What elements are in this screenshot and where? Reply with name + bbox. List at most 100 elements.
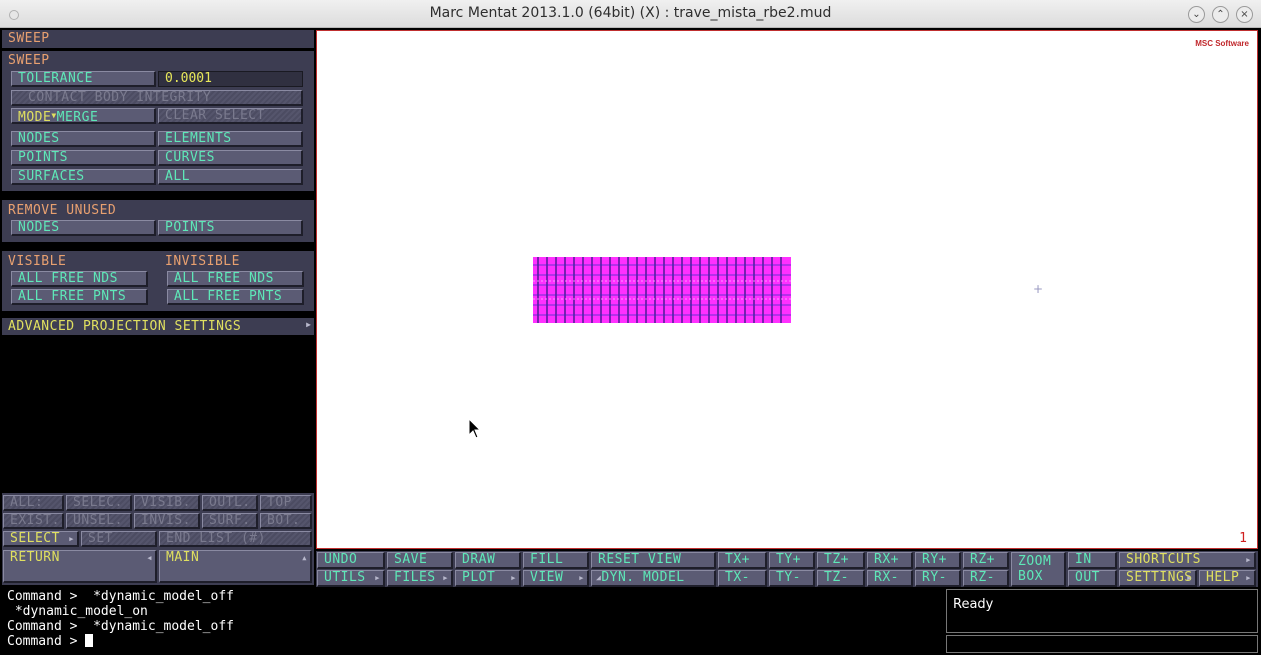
visibility-section: VISIBLE INVISIBLE ALL FREE NDS ALL FREE … [2, 251, 314, 311]
submenu-arrow-icon: ▶ [511, 574, 516, 582]
submenu-arrow-icon: ▶ [579, 574, 584, 582]
sweep-curves-button[interactable]: CURVES [158, 150, 303, 166]
sweep-surfaces-button[interactable]: SURFACES [11, 169, 156, 185]
select-surface-button[interactable]: SURF. [202, 513, 258, 529]
rx-plus-button[interactable]: RX+ [867, 552, 913, 569]
rz-plus-button[interactable]: RZ+ [963, 552, 1009, 569]
submenu-arrow-icon: ▶ [69, 535, 74, 543]
submenu-arrow-icon: ▶ [443, 574, 448, 582]
remove-unused-section: REMOVE UNUSED NODES POINTS [2, 200, 314, 242]
remove-unused-points-button[interactable]: POINTS [158, 220, 303, 236]
view-toolbar: UNDO UTILS ▶ SAVE FILES ▶ DRAW PLOT ▶ FILL … [316, 551, 1258, 587]
select-button[interactable]: SELECT ▶ [3, 531, 79, 547]
draw-button[interactable]: DRAW [455, 552, 521, 569]
tolerance-button[interactable]: TOLERANCE [11, 71, 156, 87]
view-button[interactable]: VIEW ▶ [523, 570, 589, 587]
end-list-button[interactable]: END LIST (#) [159, 531, 312, 547]
settings-label: SETTINGS [1126, 570, 1193, 585]
main-button[interactable]: MAIN ▲ [159, 550, 312, 583]
sweep-section: SWEEP TOLERANCE 0.0001 CONTACT BODY INTE… [2, 51, 314, 191]
minimize-icon[interactable]: ⌄ [1188, 6, 1205, 23]
command-console[interactable]: Command > *dynamic_model_off *dynamic_mo… [2, 589, 942, 653]
tolerance-field[interactable]: 0.0001 [158, 71, 303, 87]
remove-unused-nodes-button[interactable]: NODES [11, 220, 156, 236]
plot-button[interactable]: PLOT ▶ [455, 570, 521, 587]
shortcuts-label: SHORTCUTS [1126, 552, 1201, 567]
select-label: SELECT [10, 531, 60, 546]
settings-button[interactable]: SETTINGS ▶ [1119, 570, 1197, 587]
close-icon[interactable]: × [1236, 6, 1253, 23]
reset-view-button[interactable]: RESET VIEW [591, 552, 716, 569]
zoom-box-label-1: ZOOM [1018, 554, 1052, 569]
rz-minus-button[interactable]: RZ- [963, 570, 1009, 587]
select-visible-button[interactable]: VISIB. [134, 495, 200, 511]
selection-controls: ALL: SELEC. VISIB. OUTL. TOP EXIST. UNSE… [2, 493, 314, 585]
save-button[interactable]: SAVE [387, 552, 453, 569]
undo-button[interactable]: UNDO [317, 552, 385, 569]
remove-unused-header: REMOVE UNUSED [8, 203, 117, 218]
tx-minus-button[interactable]: TX- [718, 570, 767, 587]
invisible-all-free-nds-button[interactable]: ALL FREE NDS [167, 271, 304, 287]
visible-all-free-pnts-button[interactable]: ALL FREE PNTS [11, 289, 148, 305]
mode-selector[interactable]: MODE▼MERGE [11, 108, 156, 124]
zoom-out-button[interactable]: OUT [1068, 570, 1117, 587]
submenu-arrow-icon: ▶ [306, 320, 311, 329]
sweep-elements-button[interactable]: ELEMENTS [158, 131, 303, 147]
set-button[interactable]: SET [81, 531, 157, 547]
contact-body-integrity-toggle[interactable]: CONTACT BODY INTEGRITY [11, 90, 303, 106]
advanced-projection-section[interactable]: ADVANCED PROJECTION SETTINGS ▶ [2, 318, 314, 335]
beam-mesh-model[interactable] [533, 257, 791, 323]
files-label: FILES [394, 570, 436, 585]
tz-plus-button[interactable]: TZ+ [817, 552, 865, 569]
clear-select-button[interactable]: CLEAR SELECT [158, 108, 303, 124]
window-titlebar: Marc Mentat 2013.1.0 (64bit) (X) : trave… [0, 0, 1261, 28]
ry-plus-button[interactable]: RY+ [915, 552, 961, 569]
shortcuts-button[interactable]: SHORTCUTS ▶ [1119, 552, 1256, 569]
maximize-icon[interactable]: ⌃ [1212, 6, 1229, 23]
utils-label: UTILS [324, 570, 366, 585]
select-outline-button[interactable]: OUTL. [202, 495, 258, 511]
ry-minus-button[interactable]: RY- [915, 570, 961, 587]
submenu-arrow-icon: ▶ [1187, 574, 1192, 582]
ty-minus-button[interactable]: TY- [769, 570, 815, 587]
select-selected-button[interactable]: SELEC. [66, 495, 132, 511]
return-button[interactable]: RETURN ◀ [3, 550, 157, 583]
dyn-model-toggle[interactable]: ◢DYN. MODEL [591, 570, 716, 587]
advanced-projection-settings-label: ADVANCED PROJECTION SETTINGS [8, 319, 242, 334]
sweep-all-button[interactable]: ALL [158, 169, 303, 185]
sweep-header: SWEEP [8, 53, 50, 68]
console-line: Command > *dynamic_model_off [7, 619, 234, 634]
all-label: ALL: [3, 495, 64, 511]
zoom-in-button[interactable]: IN [1068, 552, 1117, 569]
mode-label: MODE [18, 110, 52, 124]
select-bottom-button[interactable]: BOT. [260, 513, 312, 529]
window-title: Marc Mentat 2013.1.0 (64bit) (X) : trave… [429, 5, 832, 21]
visible-all-free-nds-button[interactable]: ALL FREE NDS [11, 271, 148, 287]
left-menu-panel: SWEEP SWEEP TOLERANCE 0.0001 CONTACT BOD… [2, 30, 314, 585]
select-exist-button[interactable]: EXIST. [3, 513, 64, 529]
sweep-nodes-button[interactable]: NODES [11, 131, 156, 147]
select-invisible-button[interactable]: INVIS. [134, 513, 200, 529]
tz-minus-button[interactable]: TZ- [817, 570, 865, 587]
command-prompt: Command > [7, 634, 86, 649]
mouse-pointer-icon [468, 418, 482, 439]
graphics-viewport[interactable]: MSC Software + 1 [316, 30, 1258, 549]
status-text: Ready [953, 597, 994, 612]
rx-minus-button[interactable]: RX- [867, 570, 913, 587]
help-button[interactable]: HELP ▶ [1199, 570, 1256, 587]
ty-plus-button[interactable]: TY+ [769, 552, 815, 569]
main-label: MAIN [166, 550, 200, 565]
tx-plus-button[interactable]: TX+ [718, 552, 767, 569]
sweep-points-button[interactable]: POINTS [11, 150, 156, 166]
files-button[interactable]: FILES ▶ [387, 570, 453, 587]
select-top-button[interactable]: TOP [260, 495, 312, 511]
invisible-all-free-pnts-button[interactable]: ALL FREE PNTS [167, 289, 304, 305]
viewport-number: 1 [1239, 531, 1247, 546]
select-unselected-button[interactable]: UNSEL. [66, 513, 132, 529]
command-input[interactable]: Command > [7, 634, 942, 649]
zoom-box-button[interactable]: ZOOM BOX [1011, 552, 1066, 587]
utils-button[interactable]: UTILS ▶ [317, 570, 385, 587]
mode-value: MERGE [56, 110, 99, 124]
fill-button[interactable]: FILL [523, 552, 589, 569]
dyn-model-label: DYN. MODEL [601, 570, 685, 585]
